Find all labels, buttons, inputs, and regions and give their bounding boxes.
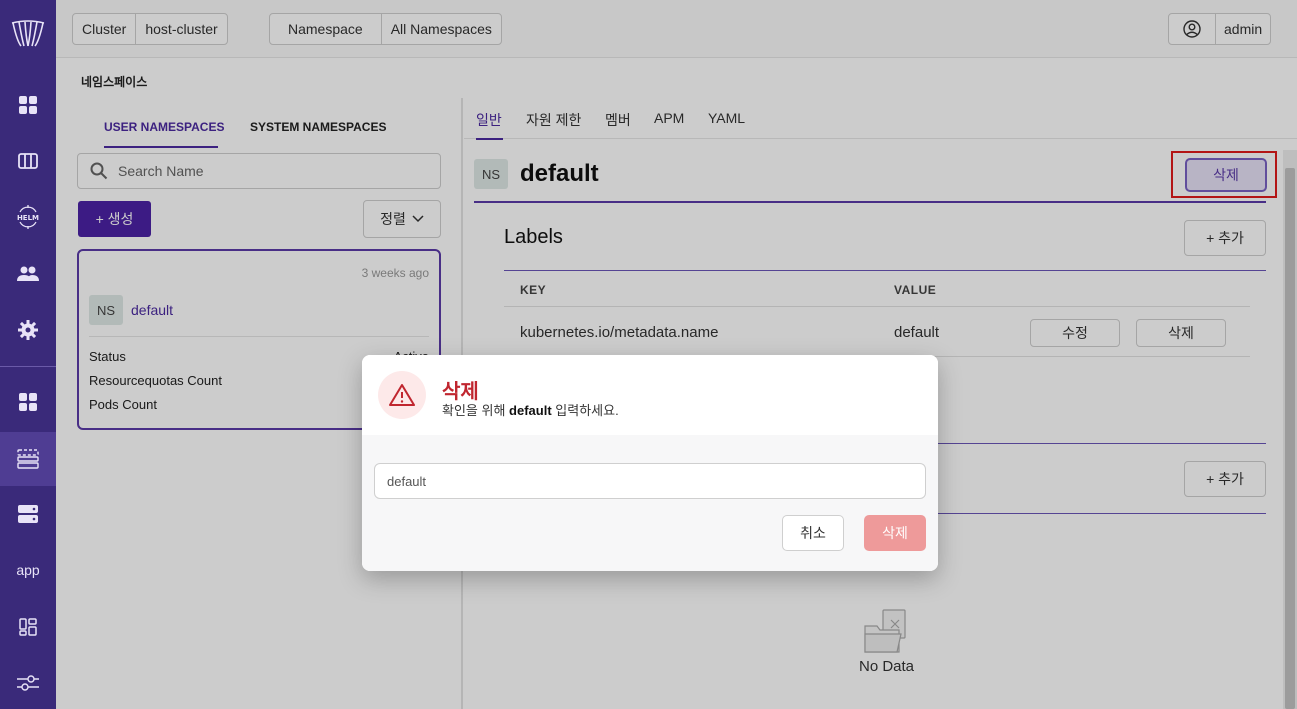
- sidebar-divider: [0, 366, 56, 367]
- warning-icon: [378, 371, 426, 419]
- dialog-body: default 취소 삭제: [362, 435, 938, 571]
- gear-icon: [18, 320, 38, 340]
- server-icon: [18, 505, 38, 523]
- desc-prefix: 확인을 위해: [442, 403, 510, 418]
- sidebar-item-users[interactable]: [0, 252, 56, 296]
- grid-icon: [19, 393, 37, 411]
- sidebar-item-dashboard[interactable]: [0, 83, 56, 127]
- confirm-delete-button[interactable]: 삭제: [864, 515, 926, 551]
- delete-confirm-dialog: 삭제 확인을 위해 default 입력하세요. default 취소 삭제: [362, 355, 938, 571]
- sliders-icon: [17, 675, 39, 691]
- users-icon: [17, 266, 39, 281]
- sidebar-item-settings[interactable]: [0, 308, 56, 352]
- app-icon: app: [16, 562, 40, 578]
- desc-bold: default: [509, 403, 552, 418]
- kubernetes-logo-icon[interactable]: [8, 14, 48, 54]
- namespace-icon: [17, 449, 39, 469]
- desc-suffix: 입력하세요.: [551, 403, 619, 418]
- helm-icon: HELM: [17, 205, 39, 229]
- widgets-icon: [19, 618, 37, 636]
- confirm-name-input[interactable]: default: [374, 463, 926, 499]
- dashboard-icon: [19, 96, 37, 114]
- sidebar-item-namespaces[interactable]: [0, 432, 56, 486]
- sidebar-item-columns[interactable]: [0, 139, 56, 183]
- sidebar-item-grid[interactable]: [0, 380, 56, 424]
- sidebar-item-servers[interactable]: [0, 492, 56, 536]
- cancel-button[interactable]: 취소: [782, 515, 844, 551]
- sidebar: HELM app: [0, 0, 56, 709]
- dialog-header: 삭제 확인을 위해 default 입력하세요.: [362, 355, 938, 435]
- sidebar-item-app[interactable]: app: [0, 548, 56, 592]
- columns-icon: [18, 153, 38, 169]
- sidebar-item-helm[interactable]: HELM: [0, 195, 56, 239]
- svg-text:HELM: HELM: [17, 214, 39, 222]
- sidebar-item-settings-sliders[interactable]: [0, 661, 56, 705]
- dialog-description: 확인을 위해 default 입력하세요.: [442, 400, 619, 419]
- sidebar-item-widgets[interactable]: [0, 605, 56, 649]
